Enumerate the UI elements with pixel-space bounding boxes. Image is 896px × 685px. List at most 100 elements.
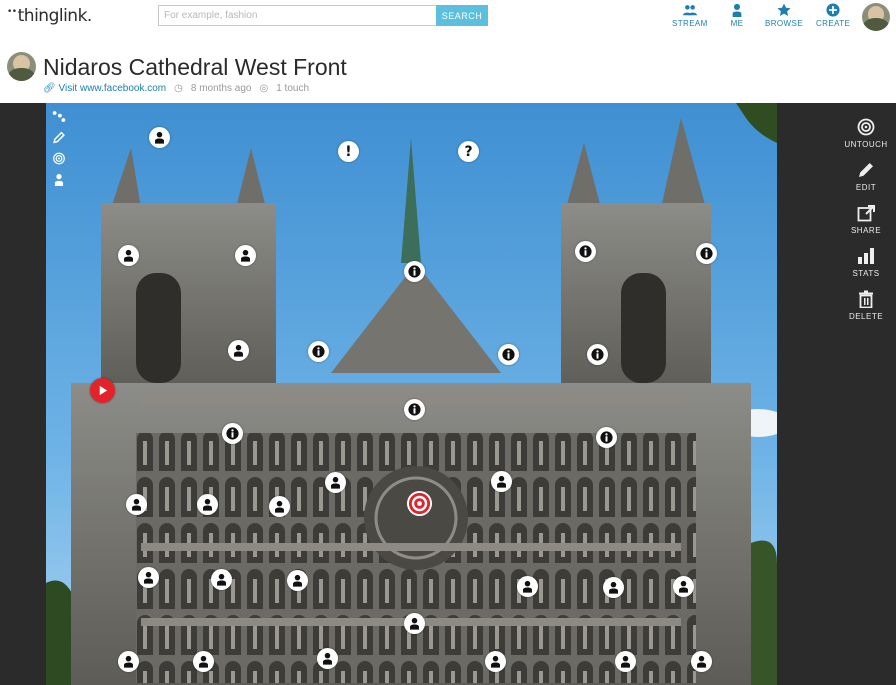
person-tag[interactable] bbox=[193, 651, 214, 672]
person-tag[interactable] bbox=[287, 570, 308, 591]
user-icon bbox=[621, 655, 630, 668]
user-icon bbox=[217, 573, 226, 586]
target-icon[interactable] bbox=[52, 152, 66, 165]
nav-create[interactable]: CREATE bbox=[816, 3, 850, 28]
clock-icon: ◷ bbox=[174, 83, 183, 94]
info-tag[interactable] bbox=[575, 241, 596, 262]
person-tag[interactable] bbox=[118, 651, 139, 672]
right-toolbar: UNTOUCH EDIT SHARE STATS DELETE bbox=[836, 118, 896, 321]
person-tag[interactable] bbox=[138, 567, 159, 588]
target-icon bbox=[857, 118, 875, 136]
user-icon bbox=[155, 131, 164, 144]
person-tag[interactable] bbox=[485, 651, 506, 672]
info-icon bbox=[591, 348, 604, 361]
info-icon bbox=[312, 345, 325, 358]
info-icon bbox=[502, 348, 515, 361]
question-tag[interactable]: ? bbox=[458, 141, 479, 162]
info-tag[interactable] bbox=[308, 341, 329, 362]
person-tag[interactable] bbox=[517, 576, 538, 597]
video-tag[interactable] bbox=[90, 378, 115, 403]
star-icon bbox=[777, 3, 791, 16]
info-tag[interactable] bbox=[596, 427, 617, 448]
touch-count: 1 touch bbox=[276, 83, 310, 94]
user-icon bbox=[275, 500, 284, 513]
top-navigation-bar: ••thinglink. SEARCH STREAM ME BROWSE CRE… bbox=[0, 0, 896, 40]
delete-button[interactable]: DELETE bbox=[849, 290, 883, 321]
thinglink-logo[interactable]: ••thinglink. bbox=[7, 6, 92, 26]
user-avatar[interactable] bbox=[862, 3, 890, 31]
user-icon bbox=[124, 655, 133, 668]
person-tag[interactable] bbox=[197, 494, 218, 515]
user-icon[interactable] bbox=[52, 173, 66, 186]
person-tag[interactable] bbox=[269, 496, 290, 517]
user-icon bbox=[124, 249, 133, 262]
person-tag[interactable] bbox=[211, 569, 232, 590]
age-text: 8 months ago bbox=[190, 83, 252, 94]
nav-me[interactable]: ME bbox=[730, 3, 744, 28]
info-icon bbox=[579, 245, 592, 258]
person-tag[interactable] bbox=[603, 577, 624, 598]
person-tag[interactable] bbox=[228, 340, 249, 361]
user-icon bbox=[132, 498, 141, 511]
link-icon: 🔗︎ bbox=[43, 83, 56, 94]
info-icon bbox=[700, 247, 713, 260]
person-tag[interactable] bbox=[235, 245, 256, 266]
share-button[interactable]: SHARE bbox=[851, 204, 881, 235]
info-tag[interactable] bbox=[404, 399, 425, 420]
source-link[interactable]: 🔗︎ Visit www.facebook.com bbox=[43, 83, 166, 94]
person-tag[interactable] bbox=[491, 471, 512, 492]
person-tag[interactable] bbox=[691, 651, 712, 672]
touch-icon: ◎ bbox=[259, 83, 269, 94]
edit-button[interactable]: EDIT bbox=[856, 161, 876, 192]
info-tag[interactable] bbox=[696, 243, 717, 264]
untouch-button[interactable]: UNTOUCH bbox=[844, 118, 887, 149]
nav-stream[interactable]: STREAM bbox=[672, 3, 708, 28]
stream-icon bbox=[682, 5, 697, 16]
stats-button[interactable]: STATS bbox=[852, 247, 879, 278]
user-icon bbox=[203, 498, 212, 511]
user-icon bbox=[234, 344, 243, 357]
person-tag[interactable] bbox=[118, 245, 139, 266]
search-input[interactable] bbox=[158, 5, 436, 26]
pencil-icon bbox=[858, 163, 873, 177]
person-tag[interactable] bbox=[615, 651, 636, 672]
info-tag[interactable] bbox=[587, 344, 608, 365]
search-button[interactable]: SEARCH bbox=[436, 5, 488, 26]
info-tag[interactable] bbox=[498, 344, 519, 365]
user-icon bbox=[697, 655, 706, 668]
user-icon bbox=[241, 249, 250, 262]
user-icon bbox=[410, 617, 419, 630]
nav-browse[interactable]: BROWSE bbox=[765, 3, 803, 28]
user-icon bbox=[331, 476, 340, 489]
info-icon bbox=[408, 403, 421, 416]
user-icon bbox=[732, 3, 742, 17]
exclamation-tag[interactable]: ! bbox=[338, 141, 359, 162]
user-icon bbox=[144, 571, 153, 584]
person-tag[interactable] bbox=[126, 494, 147, 515]
user-icon bbox=[679, 580, 688, 593]
person-tag[interactable] bbox=[404, 613, 425, 634]
main-target-tag[interactable] bbox=[406, 490, 433, 517]
bubbles-icon[interactable] bbox=[52, 110, 66, 123]
info-tag[interactable] bbox=[222, 423, 243, 444]
title-area: Nidaros Cathedral West Front 🔗︎ Visit ww… bbox=[0, 40, 896, 103]
person-tag[interactable] bbox=[673, 576, 694, 597]
plus-circle-icon bbox=[826, 3, 840, 17]
trash-icon bbox=[859, 290, 873, 308]
user-icon bbox=[523, 580, 532, 593]
image-meta: 🔗︎ Visit www.facebook.com ◷ 8 months ago … bbox=[43, 83, 309, 94]
left-toolbar bbox=[52, 110, 66, 186]
user-icon bbox=[497, 475, 506, 488]
person-tag[interactable] bbox=[317, 648, 338, 669]
play-icon bbox=[99, 385, 108, 396]
pencil-icon[interactable] bbox=[52, 131, 66, 144]
cathedral-photo bbox=[46, 103, 777, 685]
info-icon bbox=[600, 431, 613, 444]
person-tag[interactable] bbox=[325, 472, 346, 493]
page-title: Nidaros Cathedral West Front bbox=[43, 54, 347, 80]
search-form: SEARCH bbox=[158, 5, 488, 26]
user-icon bbox=[323, 652, 332, 665]
info-tag[interactable] bbox=[404, 261, 425, 282]
owner-avatar[interactable] bbox=[7, 52, 36, 81]
person-tag[interactable] bbox=[149, 127, 170, 148]
